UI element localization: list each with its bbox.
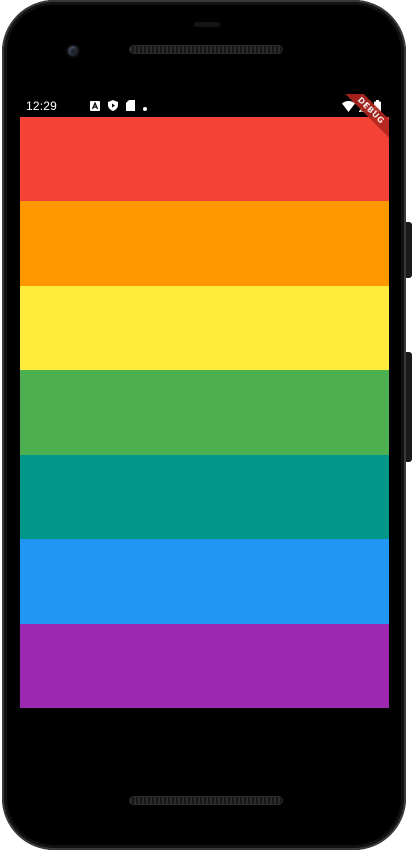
play-protect-icon [108, 100, 118, 114]
stripe-red [20, 117, 389, 202]
app-screen: 12:29 DEBUG [20, 94, 389, 708]
rainbow-stripes [20, 117, 389, 708]
system-icons [342, 99, 381, 115]
signal-icon [357, 99, 371, 115]
status-time: 12:29 [26, 99, 58, 113]
bottom-speaker-grille [130, 797, 282, 804]
phone-frame: 12:29 DEBUG [0, 0, 412, 851]
stripe-teal [20, 454, 389, 540]
stripe-blue [20, 539, 389, 624]
status-bar: 12:29 [20, 94, 389, 118]
stripe-green [20, 370, 389, 455]
front-camera-icon [68, 46, 78, 56]
wifi-icon [342, 100, 355, 115]
battery-icon [374, 100, 381, 115]
notification-icons [90, 100, 147, 114]
volume-button[interactable] [406, 352, 412, 462]
stripe-orange [20, 201, 389, 286]
sd-card-icon [126, 100, 135, 114]
stripe-purple [20, 623, 389, 708]
font-a-icon [90, 100, 100, 114]
proximity-sensor [194, 22, 220, 27]
power-button[interactable] [406, 222, 412, 278]
stripe-yellow [20, 285, 389, 371]
dot-icon [143, 100, 147, 114]
top-speaker-grille [130, 46, 282, 53]
